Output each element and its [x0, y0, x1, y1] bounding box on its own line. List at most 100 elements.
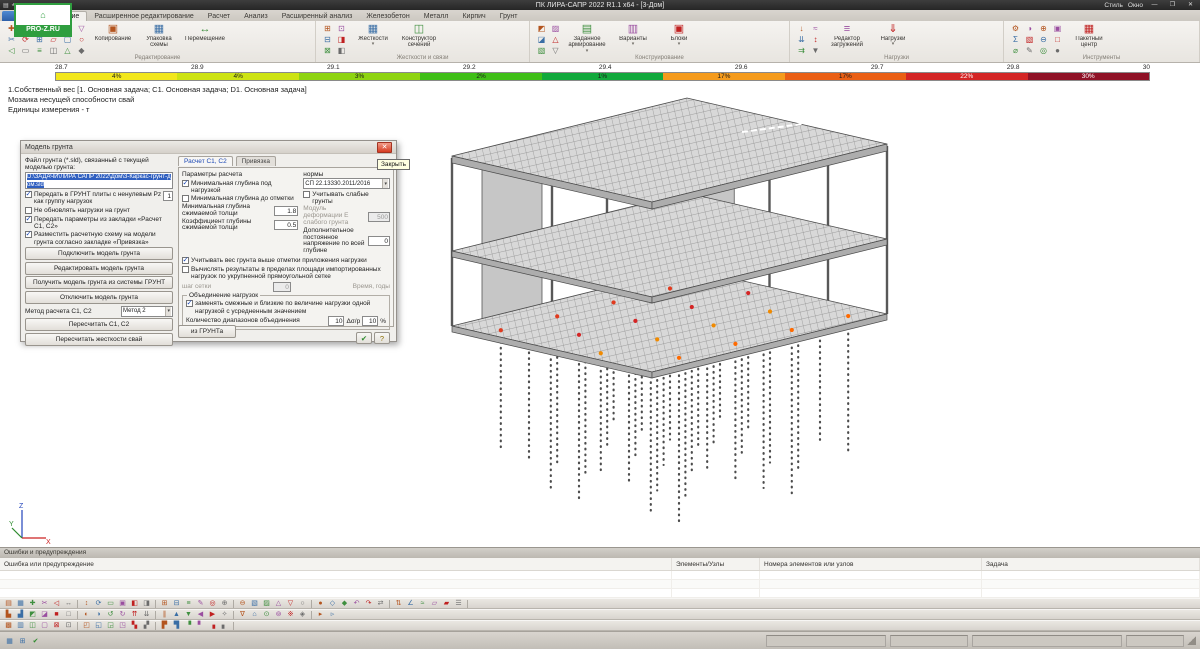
toolbar-icon[interactable]: ▝ — [183, 621, 194, 631]
toolbar-icon[interactable]: ∥ — [159, 610, 170, 620]
ribbon-icon[interactable]: ⊕ — [1037, 23, 1050, 34]
place-scheme-checkbox[interactable] — [25, 230, 32, 239]
colorbar-segment[interactable]: 3% — [298, 73, 421, 80]
toolbar-icon[interactable]: ▰ — [441, 599, 452, 609]
toolbar-icon[interactable]: ▨ — [261, 599, 272, 609]
toolbar-icon[interactable]: ▧ — [249, 599, 260, 609]
status-icon[interactable]: ▦ — [4, 637, 15, 645]
colorbar-segment[interactable]: 4% — [56, 73, 178, 80]
toolbar-icon[interactable]: ↶ — [351, 599, 362, 609]
toolbar-icon[interactable]: □ — [63, 610, 74, 620]
coef-field[interactable]: 0.5 — [274, 220, 299, 231]
toolbar-icon[interactable]: ▖ — [219, 621, 230, 631]
no-update-loads-checkbox[interactable] — [25, 207, 32, 215]
disconnect-soil-model-button[interactable]: Отключить модель грунта — [25, 290, 173, 304]
toolbar-icon[interactable]: ✧ — [219, 610, 230, 620]
ribbon-button-упаковка-схемы[interactable]: ▦ Упаковка схемы — [138, 22, 180, 49]
ribbon-icon[interactable]: ⊞ — [321, 23, 334, 34]
dialog-close-button[interactable]: ✕ — [377, 141, 392, 153]
connect-soil-model-button[interactable]: Подключить модель грунта — [25, 247, 173, 261]
ribbon-icon[interactable]: Σ — [1009, 34, 1022, 45]
merge-loads-checkbox[interactable] — [186, 299, 193, 308]
toolbar-icon[interactable]: ▣ — [117, 599, 128, 609]
check-no-update-loads[interactable]: Не обновлять нагрузки на грунт — [25, 207, 173, 215]
toolbar-icon[interactable]: ▜ — [171, 621, 182, 631]
errors-panel-title[interactable]: Ошибки и предупреждения — [0, 548, 1200, 558]
check-place-scheme[interactable]: Разместить расчетную схему на модели гру… — [25, 230, 173, 246]
toolbar-icon[interactable]: ※ — [285, 610, 296, 620]
apply-button[interactable]: ✔ — [356, 332, 372, 345]
check-soil-weight[interactable]: Учитывать вес грунта выше отметки прилож… — [182, 256, 390, 265]
ribbon-icon[interactable]: ▣ — [1051, 23, 1064, 34]
toolbar-icon[interactable]: ◐ — [81, 610, 92, 620]
toolbar-icon[interactable]: ⊡ — [63, 621, 74, 631]
toolbar-icon[interactable]: ∇ — [237, 610, 248, 620]
ribbon-tab-железобетон[interactable]: Железобетон — [359, 12, 416, 21]
pz-group-count-field[interactable]: 1 — [163, 191, 173, 202]
check-merge-loads[interactable]: заменять смежные и близкие по величине н… — [186, 299, 386, 315]
check-weak-soils[interactable]: Учитывать слабые грунты — [303, 190, 390, 205]
ranges-field[interactable]: 10 — [328, 316, 345, 327]
toolbar-icon[interactable]: ▙ — [3, 610, 14, 620]
toolbar-icon[interactable]: ▚ — [129, 621, 140, 631]
ribbon-button-заданное-армирование[interactable]: ▤ Заданное армирование ▾ — [566, 22, 608, 53]
depth-field[interactable]: 1.8 — [274, 205, 299, 216]
ribbon-button-жесткости[interactable]: ▦ Жесткости ▾ — [352, 22, 394, 47]
ribbon-icon[interactable]: ≈ — [809, 23, 822, 34]
pass-params-checkbox[interactable] — [25, 215, 32, 223]
ribbon-icon[interactable]: ◨ — [335, 34, 348, 45]
ribbon-button-варианты[interactable]: ▥ Варианты ▾ — [612, 22, 654, 47]
restore-button[interactable]: ❐ — [1166, 1, 1179, 9]
toolbar-icon[interactable]: ◑ — [93, 610, 104, 620]
dialog-title-bar[interactable]: Модель грунта ✕ — [21, 141, 396, 154]
ribbon-button-конструктор-сечений[interactable]: ◫ Конструктор сечений — [398, 22, 440, 49]
soil-weight-checkbox[interactable] — [182, 256, 189, 265]
resize-grip[interactable] — [1187, 636, 1196, 645]
table-row[interactable] — [0, 571, 1200, 580]
toolbar-icon[interactable]: ◫ — [27, 621, 38, 631]
recalc-pile-stiffness-button[interactable]: Пересчитать жесткости свай — [25, 332, 173, 346]
toolbar-icon[interactable]: ↺ — [105, 610, 116, 620]
edit-soil-model-button[interactable]: Редактировать модель грунта — [25, 261, 173, 275]
toolbar-icon[interactable]: ✚ — [27, 599, 38, 609]
toolbar-icon[interactable]: ⌂ — [249, 610, 260, 620]
toolbar-icon[interactable]: ◲ — [105, 621, 116, 631]
help-button[interactable]: ? — [374, 332, 390, 345]
toolbar-icon[interactable]: ▸ — [315, 610, 326, 620]
model-viewport[interactable] — [432, 88, 902, 538]
toolbar-icon[interactable]: ⊖ — [237, 599, 248, 609]
toolbar-icon[interactable]: ⇊ — [141, 610, 152, 620]
toolbar-icon[interactable]: ▹ — [327, 610, 338, 620]
ribbon-icon[interactable]: ↓ — [795, 23, 808, 34]
toolbar-icon[interactable]: ▞ — [141, 621, 152, 631]
ribbon-icon[interactable]: ◑ — [1023, 23, 1036, 34]
toolbar-icon[interactable]: ▩ — [3, 621, 14, 631]
window-menu[interactable]: Окно — [1128, 2, 1143, 9]
toolbar-icon[interactable]: ≈ — [417, 599, 428, 609]
toolbar-icon[interactable]: ◨ — [141, 599, 152, 609]
status-icon[interactable]: ⊞ — [17, 637, 28, 645]
toolbar-icon[interactable]: ◀ — [195, 610, 206, 620]
toolbar-icon[interactable]: ⊕ — [219, 599, 230, 609]
toolbar-icon[interactable]: ◈ — [297, 610, 308, 620]
norms-select[interactable]: СП 22.13330.2011/2016 ▾ — [303, 178, 390, 189]
toolbar-icon[interactable]: ✎ — [195, 599, 206, 609]
ribbon-icon[interactable]: ⊟ — [321, 34, 334, 45]
recalc-c1c2-button[interactable]: Пересчитать С1, С2 — [25, 318, 173, 332]
ribbon-tab-расчет[interactable]: Расчет — [201, 12, 237, 21]
table-row[interactable] — [0, 589, 1200, 598]
toolbar-icon[interactable]: ■ — [51, 610, 62, 620]
toolbar-icon[interactable]: ▽ — [285, 599, 296, 609]
toolbar-icon[interactable]: ▤ — [3, 599, 14, 609]
colorbar-segment[interactable]: 22% — [906, 73, 1028, 80]
ribbon-icon[interactable]: ▽ — [75, 23, 88, 34]
minimize-button[interactable]: — — [1148, 1, 1161, 9]
toolbar-icon[interactable]: ◎ — [207, 599, 218, 609]
toolbar-icon[interactable]: ⇈ — [129, 610, 140, 620]
min-depth-mark-checkbox[interactable] — [182, 195, 189, 203]
toolbar-icon[interactable]: ▶ — [207, 610, 218, 620]
ribbon-tab-металл[interactable]: Металл — [417, 12, 456, 21]
ribbon-tab-анализ[interactable]: Анализ — [237, 12, 275, 21]
ribbon-tab-расширенное-редактирование[interactable]: Расширенное редактирование — [87, 12, 200, 21]
toolbar-icon[interactable]: ⊞ — [159, 599, 170, 609]
